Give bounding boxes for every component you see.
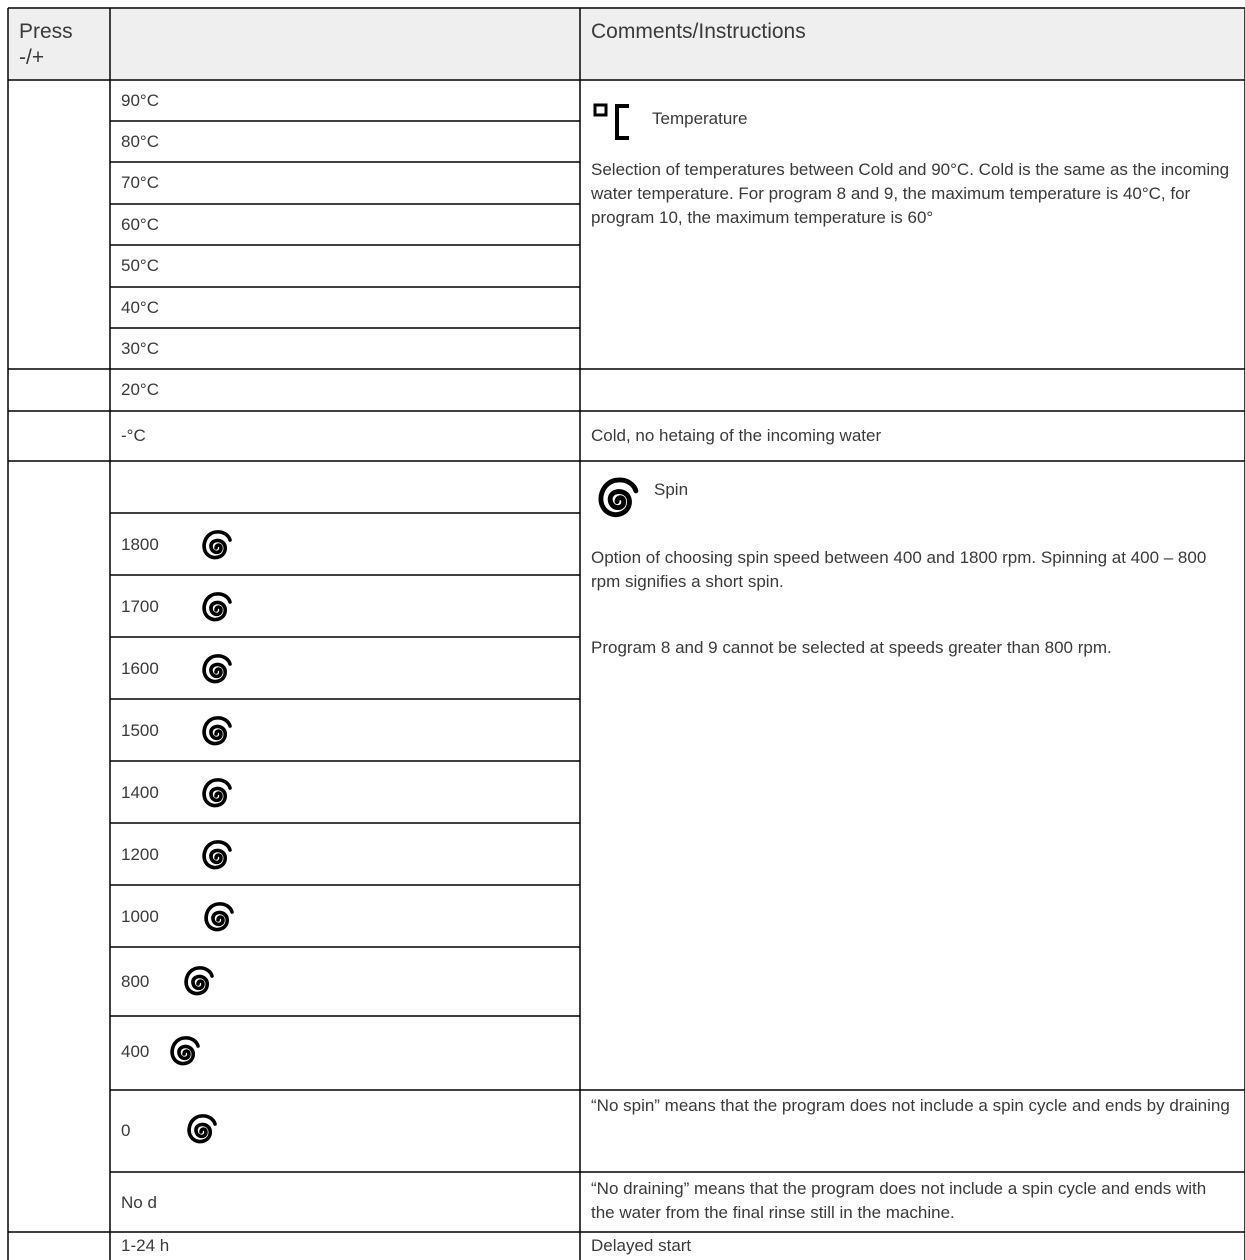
no-drain-comment-text: “No draining” means that the program doe… bbox=[591, 1179, 1207, 1222]
temp-20: 20°C bbox=[111, 370, 579, 411]
no-drain-comment: “No draining” means that the program doe… bbox=[581, 1177, 1244, 1231]
spin-icon bbox=[202, 778, 232, 808]
temp-label: 40°C bbox=[121, 298, 159, 317]
spin-icon bbox=[202, 716, 232, 746]
temp-40: 40°C bbox=[111, 288, 579, 328]
no-spin-comment: “No spin” means that the program does no… bbox=[581, 1094, 1244, 1170]
spin-speed-label: 1200 bbox=[121, 845, 159, 864]
degree-celsius-icon bbox=[593, 103, 629, 140]
spin-speed-label: 1700 bbox=[121, 597, 159, 616]
spin-speed-label: 1400 bbox=[121, 783, 159, 802]
spin-speed-label: 1500 bbox=[121, 721, 159, 740]
spin-icon bbox=[202, 592, 232, 622]
spin-speed-label: 400 bbox=[121, 1042, 150, 1061]
spin-row-1700: 1700 bbox=[111, 576, 579, 637]
spin-icon bbox=[170, 1036, 200, 1066]
cold-comment: Cold, no hetaing of the incoming water bbox=[581, 412, 1244, 461]
spin-speed-label: 1000 bbox=[121, 907, 159, 926]
temp-80: 80°C bbox=[111, 122, 579, 162]
no-drain-label: No d bbox=[121, 1193, 157, 1212]
spin-icon bbox=[202, 654, 232, 684]
spin-speed-label: 800 bbox=[121, 972, 150, 991]
temp-label: 70°C bbox=[121, 173, 159, 192]
spin-icon bbox=[187, 1114, 217, 1144]
no-spin-comment-text: “No spin” means that the program does no… bbox=[591, 1096, 1230, 1115]
temp-label: 80°C bbox=[121, 132, 159, 151]
spin-icon bbox=[204, 902, 234, 932]
temp-30: 30°C bbox=[111, 329, 579, 369]
header-press-label: Press -/+ bbox=[19, 20, 73, 69]
delay-row: 1-24 h bbox=[111, 1233, 579, 1260]
temp-label: 20°C bbox=[121, 380, 159, 399]
delay-label: 1-24 h bbox=[121, 1236, 170, 1255]
temp-50: 50°C bbox=[111, 246, 579, 286]
spin-speed-label: 1600 bbox=[121, 659, 159, 678]
temp-label: 90°C bbox=[121, 91, 159, 110]
spin-icon bbox=[184, 966, 214, 996]
spin-speed-label: 1800 bbox=[121, 535, 159, 554]
spin-icon bbox=[202, 530, 232, 560]
temp-label: -°C bbox=[121, 426, 146, 445]
temperature-title-label: Temperature bbox=[652, 109, 748, 128]
spin-title: Spin bbox=[654, 478, 854, 504]
spin-description-2-text: Program 8 and 9 cannot be selected at sp… bbox=[591, 638, 1112, 657]
header-comments: Comments/Instructions bbox=[581, 9, 1244, 79]
temp-60: 60°C bbox=[111, 205, 579, 245]
no-drain-row: No d bbox=[111, 1173, 579, 1232]
temp-cold: -°C bbox=[111, 412, 579, 461]
spin-row-1400: 1400 bbox=[111, 762, 579, 823]
spin-title-label: Spin bbox=[654, 480, 689, 499]
spin-speed-label: 0 bbox=[121, 1121, 131, 1140]
spin-row-1000: 1000 bbox=[111, 886, 579, 947]
spin-row-1600: 1600 bbox=[111, 638, 579, 699]
temperature-description-text: Selection of temperatures between Cold a… bbox=[591, 160, 1230, 227]
spin-row-1200: 1200 bbox=[111, 824, 579, 885]
spin-row-1500: 1500 bbox=[111, 700, 579, 761]
header-comments-label: Comments/Instructions bbox=[591, 20, 806, 43]
spin-row-1800: 1800 bbox=[111, 514, 579, 575]
cold-comment-text: Cold, no hetaing of the incoming water bbox=[591, 426, 882, 445]
temperature-description: Selection of temperatures between Cold a… bbox=[581, 158, 1244, 258]
spin-spiral-icon bbox=[598, 477, 639, 517]
header-blank bbox=[111, 9, 579, 79]
header-press: Press -/+ bbox=[9, 9, 109, 79]
spin-description-1-text: Option of choosing spin speed between 40… bbox=[591, 548, 1207, 591]
spin-description-1: Option of choosing spin speed between 40… bbox=[581, 546, 1244, 598]
delay-comment-text: Delayed start bbox=[591, 1236, 692, 1255]
temperature-title: Temperature bbox=[652, 107, 952, 133]
spin-description-2: Program 8 and 9 cannot be selected at sp… bbox=[581, 636, 1244, 664]
delay-comment: Delayed start bbox=[581, 1233, 1244, 1260]
temp-label: 30°C bbox=[121, 339, 159, 358]
temp-label: 60°C bbox=[121, 215, 159, 234]
temp-label: 50°C bbox=[121, 256, 159, 275]
spin-icon bbox=[202, 840, 232, 870]
temp-70: 70°C bbox=[111, 163, 579, 203]
temp-90: 90°C bbox=[111, 81, 579, 121]
